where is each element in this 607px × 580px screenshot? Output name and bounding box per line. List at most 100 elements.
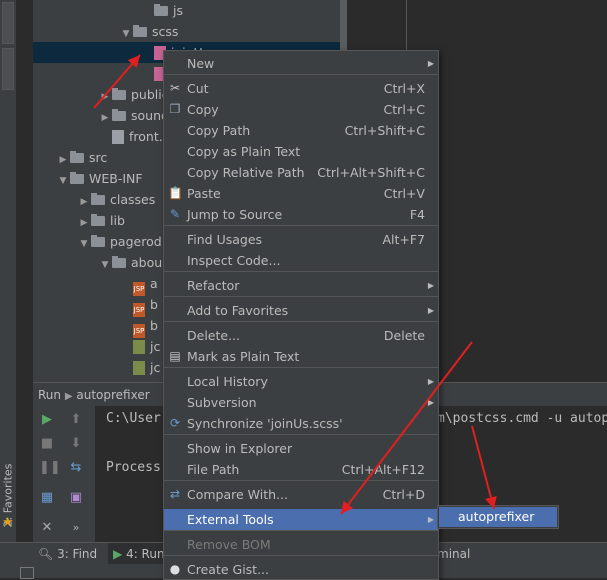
strip-tab-project[interactable] xyxy=(2,2,14,44)
menu-item-create-gist[interactable]: ● Create Gist... xyxy=(164,559,438,580)
down-arrow-icon[interactable]: ⬇ xyxy=(68,436,84,452)
menu-item-shortcut: Ctrl+D xyxy=(382,487,425,502)
menu-item-label: New xyxy=(187,56,215,71)
tree-item-label: src xyxy=(89,150,108,165)
menu-item-copy[interactable]: ❐ Copy Ctrl+C xyxy=(164,99,438,120)
synchronize-icon: ⟳ xyxy=(169,416,181,430)
search-icon: 🔍︎ xyxy=(38,547,54,561)
strip-tab-structure[interactable] xyxy=(2,48,14,90)
tree-item[interactable]: js xyxy=(33,0,183,21)
external-tools-submenu: autoprefixer xyxy=(437,505,559,529)
tree-item[interactable]: ▶ public xyxy=(33,84,169,105)
tab-find[interactable]: 🔍︎ 3: Find xyxy=(38,543,97,565)
tab-run-label: 4: Run xyxy=(126,547,165,561)
menu-item-mark-as-plain-text[interactable]: ▤ Mark as Plain Text xyxy=(164,346,438,367)
folder-icon xyxy=(133,25,147,37)
run-config-icon: ▶ xyxy=(64,391,73,402)
menu-item-jump-to-source[interactable]: ✎ Jump to Source F4 xyxy=(164,204,438,225)
menu-item-shortcut: Ctrl+Alt+Shift+C xyxy=(317,165,425,180)
submenu-arrow-icon: ▶ xyxy=(427,59,434,68)
tree-item-label: scss xyxy=(152,24,179,39)
menu-item-show-in-explorer[interactable]: Show in Explorer xyxy=(164,438,438,459)
tab-terminal-label: minal xyxy=(437,547,471,561)
submenu-item-autoprefixer[interactable]: autoprefixer xyxy=(439,507,557,527)
tree-item[interactable]: front.txt xyxy=(33,126,180,147)
tree-item-label: jc xyxy=(150,360,161,375)
rerun-icon[interactable]: ▶ xyxy=(39,412,55,428)
pause-icon[interactable]: ❚❚ xyxy=(39,460,61,476)
menu-item-file-path[interactable]: File Path Ctrl+Alt+F12 xyxy=(164,459,438,480)
close-icon[interactable]: ✕ xyxy=(39,520,55,536)
menu-item-external-tools[interactable]: External Tools ▶ xyxy=(164,509,438,530)
tree-item[interactable]: ▼ pagerod xyxy=(33,231,162,252)
run-icon: ▶ xyxy=(113,547,123,561)
jump-to-source-icon: ✎ xyxy=(169,207,181,221)
menu-separator xyxy=(164,225,438,226)
folder-icon xyxy=(70,172,84,184)
menu-item-cut[interactable]: ✂ Cut Ctrl+X xyxy=(164,78,438,99)
menu-item-copy-relative-path[interactable]: Copy Relative Path Ctrl+Alt+Shift+C xyxy=(164,162,438,183)
tree-item[interactable]: JSP a xyxy=(33,273,158,296)
menu-item-label: Paste xyxy=(187,186,221,201)
github-icon: ● xyxy=(169,562,181,576)
menu-item-new[interactable]: New ▶ xyxy=(164,53,438,74)
menu-item-compare-with[interactable]: ⇄ Compare With... Ctrl+D xyxy=(164,484,438,505)
run-config-name[interactable]: autoprefixer xyxy=(76,388,149,402)
console-line-2: Process xyxy=(106,460,161,475)
menu-separator xyxy=(164,296,438,297)
tree-item[interactable]: ▶ src xyxy=(33,147,108,168)
layout-icon[interactable]: ▦ xyxy=(39,490,55,506)
menu-item-inspect-code[interactable]: Inspect Code... xyxy=(164,250,438,271)
menu-item-add-to-favorites[interactable]: Add to Favorites ▶ xyxy=(164,300,438,321)
menu-item-label: Copy Relative Path xyxy=(187,165,305,180)
tree-item[interactable]: JSP b xyxy=(33,315,158,338)
stop-icon[interactable]: ■ xyxy=(39,436,55,452)
tree-item[interactable]: ▼ WEB-INF xyxy=(33,168,143,189)
menu-item-synchronize-joinus-scss[interactable]: ⟳ Synchronize 'joinUs.scss' xyxy=(164,413,438,434)
tree-item[interactable]: ▼ abou xyxy=(33,252,163,273)
tree-item[interactable]: jc xyxy=(33,336,160,357)
menu-item-copy-as-plain-text[interactable]: Copy as Plain Text xyxy=(164,141,438,162)
menu-item-label: Copy as Plain Text xyxy=(187,144,301,159)
tree-item[interactable]: ▶ classes xyxy=(33,189,156,210)
menu-item-copy-path[interactable]: Copy Path Ctrl+Shift+C xyxy=(164,120,438,141)
menu-item-delete[interactable]: Delete... Delete xyxy=(164,325,438,346)
tree-item-label: b xyxy=(150,297,158,312)
tab-terminal[interactable]: minal xyxy=(437,543,470,565)
tree-item[interactable]: JSP b xyxy=(33,294,158,317)
menu-item-find-usages[interactable]: Find Usages Alt+F7 xyxy=(164,229,438,250)
tree-item[interactable]: ▼ scss xyxy=(33,21,179,42)
menu-item-shortcut: Ctrl+Shift+C xyxy=(344,123,425,138)
tree-item[interactable]: ▶ sounds xyxy=(33,105,176,126)
menu-item-local-history[interactable]: Local History ▶ xyxy=(164,371,438,392)
folder-icon xyxy=(112,109,126,121)
menu-item-refactor[interactable]: Refactor ▶ xyxy=(164,275,438,296)
tab-run[interactable]: ▶ 4: Run xyxy=(108,543,165,565)
tree-item-label: jc xyxy=(150,339,161,354)
menu-item-label: Add to Favorites xyxy=(187,303,289,318)
menu-item-label: Show in Explorer xyxy=(187,441,293,456)
menu-item-shortcut: Alt+F7 xyxy=(382,232,425,247)
submenu-item-label: autoprefixer xyxy=(458,509,535,524)
submenu-arrow-icon: ▶ xyxy=(427,398,434,407)
soft-wrap-icon[interactable]: ⇆ xyxy=(68,460,84,476)
folder-icon xyxy=(70,151,84,163)
tree-item[interactable]: jc xyxy=(33,357,160,378)
submenu-arrow-icon: ▶ xyxy=(427,281,434,290)
menu-separator xyxy=(164,367,438,368)
tree-item-label: a xyxy=(150,276,158,291)
tree-item-label: b xyxy=(150,318,158,333)
more-icon[interactable]: » xyxy=(68,520,84,536)
tree-item-label: classes xyxy=(110,192,156,207)
menu-item-paste[interactable]: 📋 Paste Ctrl+V xyxy=(164,183,438,204)
status-window-icon[interactable] xyxy=(20,567,34,579)
menu-item-subversion[interactable]: Subversion ▶ xyxy=(164,392,438,413)
tree-item[interactable]: re xyxy=(33,63,184,84)
left-tool-strip: 2: Favorites ★ xyxy=(0,0,17,578)
console-line-1-start: C:\User xyxy=(106,411,161,426)
folder-icon xyxy=(91,235,105,247)
print-icon[interactable]: ▣ xyxy=(68,490,84,506)
tree-item[interactable]: ▶ lib xyxy=(33,210,125,231)
menu-item-label: Synchronize 'joinUs.scss' xyxy=(187,416,343,431)
up-arrow-icon[interactable]: ⬆ xyxy=(68,412,84,428)
